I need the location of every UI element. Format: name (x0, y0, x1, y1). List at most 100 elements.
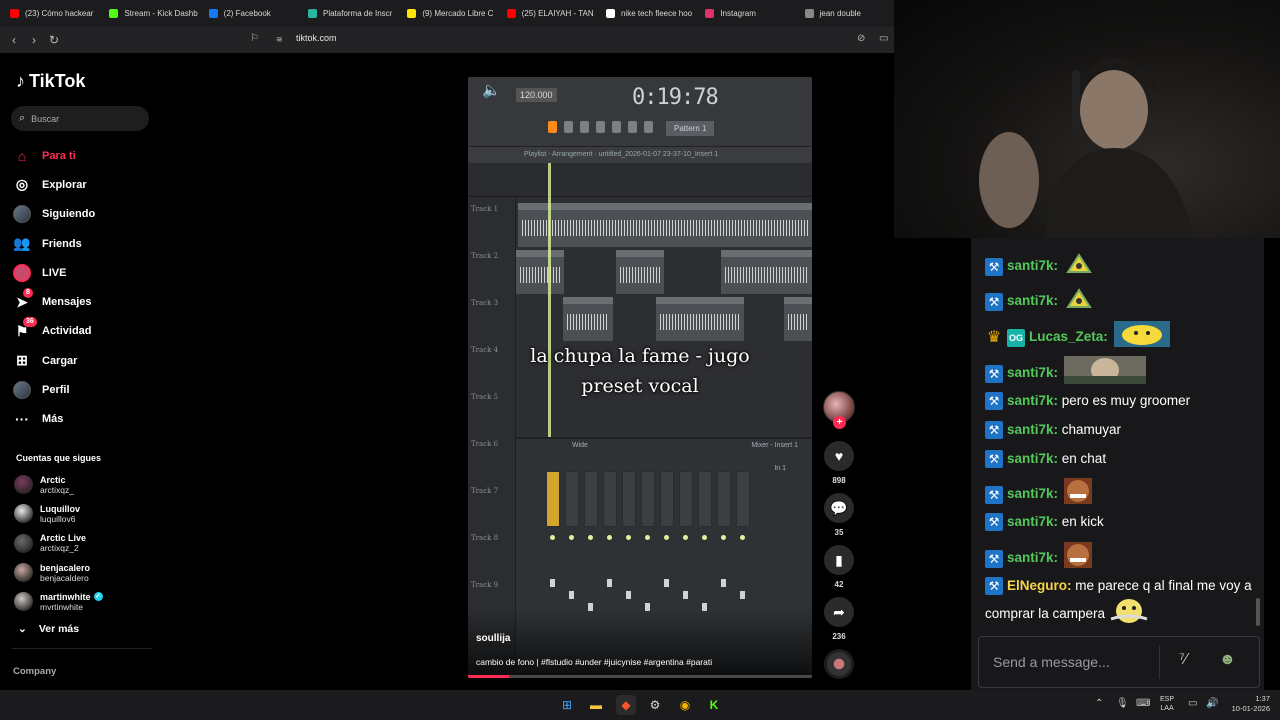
kick-icon[interactable]: K (704, 695, 724, 715)
chat-username[interactable]: santi7k (1007, 258, 1054, 273)
daw-playlist-title: Playlist - Arrangement · untitled_2026-0… (468, 147, 812, 163)
chat-username[interactable]: santi7k (1007, 514, 1054, 529)
sidebar-item-friends[interactable]: 👥 Friends (12, 229, 152, 258)
file-explorer-icon[interactable]: ▬ (586, 695, 606, 715)
sidebar-item-upload[interactable]: ⊞ Cargar (12, 346, 152, 375)
sidebar-item-profile[interactable]: Perfil (12, 375, 152, 404)
start-menu-icon[interactable]: ⊞ (557, 695, 577, 715)
system-clock[interactable]: 1:37 10-01-2026 (1224, 694, 1270, 714)
followed-account[interactable]: Luquillov luquillov6 (14, 499, 154, 528)
browser-tab[interactable]: (23) Cómo hackear (0, 0, 99, 27)
browser-tab[interactable]: (2) Facebook (199, 0, 298, 27)
avatar (14, 504, 33, 524)
video-player[interactable]: 🔈 120.000 0:19:78 Pattern 1 Playlist - A… (468, 77, 812, 678)
video-caption[interactable]: cambio de fono | #flstudio #under #juicy… (476, 657, 712, 667)
chat-username[interactable]: santi7k (1007, 293, 1054, 308)
volume-icon[interactable]: 🔊 (1206, 698, 1218, 709)
site-info-icon[interactable]: ≋ (276, 35, 283, 44)
sidebar-item-activity[interactable]: ⚑ 36 Actividad (12, 317, 152, 346)
chat-scrollbar[interactable] (1256, 598, 1260, 626)
shield-off-icon[interactable]: ⊘ (857, 33, 865, 44)
following-list: Arctic arctixqz_ Luquillov luquillov6 Arctic… (14, 470, 154, 616)
messages-icon: ➤ 8 (12, 288, 33, 312)
emoji-button-icon[interactable]: ☻ (1219, 651, 1236, 669)
mixer-fader (721, 579, 726, 587)
back-icon[interactable]: ‹ (4, 27, 24, 53)
followed-account[interactable]: Arctic arctixqz_ (14, 470, 154, 499)
search-input[interactable] (31, 113, 132, 124)
account-name-text: Arctic Live (40, 533, 87, 544)
chat-username[interactable]: santi7k (1007, 451, 1054, 466)
browser-tab[interactable]: (25) ELAIYAH - TAN (497, 0, 596, 27)
mixer-channel-strip (698, 471, 712, 527)
sidebar-item-label: Perfil (42, 384, 70, 397)
see-more-button[interactable]: ⌄ Ver más (18, 623, 79, 635)
mixer-channel-strip (736, 471, 750, 527)
language-indicator[interactable]: ESP LAA (1160, 695, 1174, 713)
app-icon[interactable]: ⚙ (645, 695, 665, 715)
tiktok-logo[interactable]: ♪ TikTok (16, 71, 85, 92)
browser-tab[interactable]: jean double (795, 0, 894, 27)
chat-username[interactable]: Lucas_Zeta (1029, 329, 1103, 344)
sidebar-item-compass[interactable]: ◎ Explorar (12, 170, 152, 199)
account-username: mvrtinwhite (40, 601, 83, 612)
forward-icon[interactable]: › (24, 27, 44, 53)
chat-username[interactable]: ElNeguro (1007, 578, 1067, 593)
emote-icon (1064, 287, 1094, 316)
sidebar-item-live[interactable]: LIVE (12, 258, 152, 287)
network-icon[interactable]: ▭ (1188, 698, 1197, 709)
profile-icon (12, 380, 32, 400)
tiktok-page: ♪ TikTok ⌕ ⌂ Para ti ◎ Explorar Siguiendo 👥 Fr… (0, 53, 894, 690)
friends-icon: 👥 (13, 235, 31, 252)
chat-username[interactable]: santi7k (1007, 486, 1054, 501)
save-button[interactable]: ▮ (824, 545, 854, 575)
browser-tab[interactable]: Plataforma de Inscr (298, 0, 397, 27)
followed-account[interactable]: Arctic Live arctixqz_2 (14, 529, 154, 558)
followed-account[interactable]: benjacalero benjacaldero (14, 558, 154, 587)
tray-chevron-icon[interactable]: ⌃ (1095, 698, 1103, 709)
like-button[interactable]: ♥ (824, 441, 854, 471)
chat-input-box[interactable]: ⁷⁄ ☻ (978, 636, 1260, 688)
see-more-label: Ver más (38, 623, 80, 635)
music-disc-icon[interactable] (824, 649, 854, 679)
chat-message-input[interactable] (993, 654, 1153, 670)
chat-separator: : (1053, 422, 1062, 437)
mixer-knob (702, 535, 707, 540)
chat-username[interactable]: santi7k (1007, 550, 1054, 565)
emote-button-icon[interactable]: ⁷⁄ (1179, 651, 1187, 669)
follow-plus-icon[interactable]: + (833, 416, 846, 429)
chat-username[interactable]: santi7k (1007, 422, 1054, 437)
bookmark-icon[interactable]: ⚐ (250, 33, 259, 44)
sidebar-item-home[interactable]: ⌂ Para ti (12, 141, 152, 170)
share-button[interactable]: ➦ (824, 597, 854, 627)
video-progress-bar[interactable] (468, 675, 812, 678)
sidebar-item-following[interactable]: Siguiendo (12, 200, 152, 229)
mixer-knob (607, 535, 612, 540)
reload-icon[interactable]: ↻ (44, 27, 64, 53)
comment-button[interactable]: 💬 (824, 493, 854, 523)
browser-tab[interactable]: nike tech fleece hoo (596, 0, 695, 27)
company-link[interactable]: Company (13, 666, 56, 677)
keyboard-icon[interactable]: ⌨ (1136, 698, 1150, 709)
mixer-fader (683, 591, 688, 599)
emote-icon (1064, 252, 1094, 281)
search-box[interactable]: ⌕ (11, 106, 149, 131)
sidebar-item-more[interactable]: ··· Más (12, 405, 152, 434)
sidebar-item-messages[interactable]: ➤ 8 Mensajes (12, 287, 152, 316)
chrome-icon[interactable]: ◉ (675, 695, 695, 715)
mixer-fader (740, 591, 745, 599)
url-field[interactable]: tiktok.com (296, 33, 337, 43)
chat-username[interactable]: santi7k (1007, 365, 1054, 380)
browser-tab[interactable]: Stream - Kick Dashb (99, 0, 198, 27)
microphone-icon[interactable]: 🎙 (1116, 698, 1129, 709)
mute-icon[interactable]: 🔈 (482, 81, 501, 99)
tab-favicon-icon (109, 9, 119, 18)
browser-tab[interactable]: (9) Mercado Libre C (397, 0, 496, 27)
window-icon[interactable]: ▭ (879, 33, 888, 44)
following-icon (12, 204, 32, 224)
followed-account[interactable]: martinwhite ✓ mvrtinwhite (14, 587, 154, 616)
video-author[interactable]: soullija (476, 633, 510, 644)
browser-tab[interactable]: Instagram (695, 0, 794, 27)
brave-browser-icon[interactable]: ◆ (616, 695, 636, 715)
chat-username[interactable]: santi7k (1007, 393, 1054, 408)
